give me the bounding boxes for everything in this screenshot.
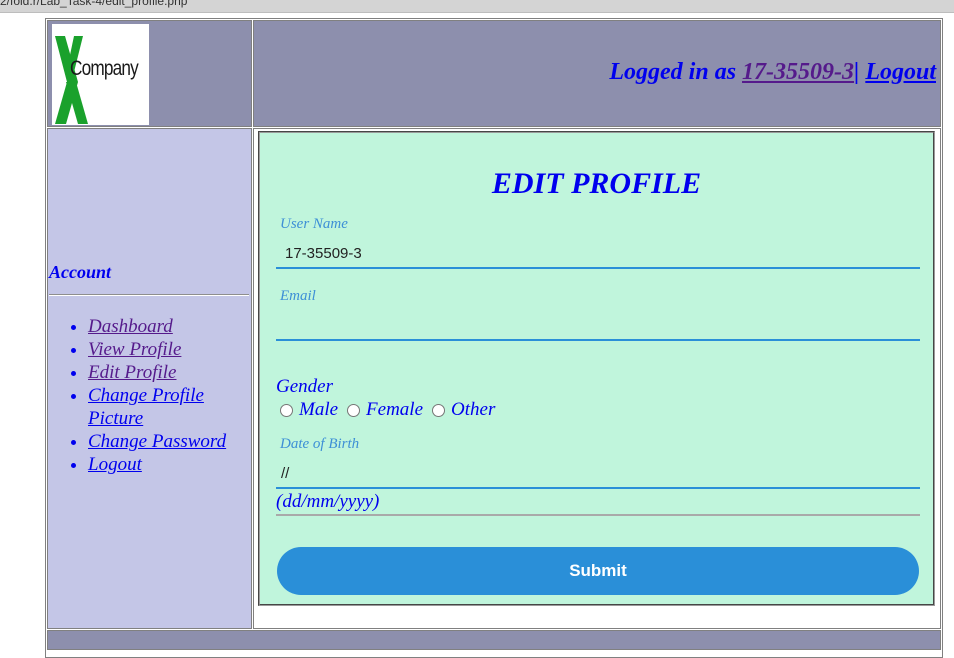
logo-wordmark: Company xyxy=(70,57,139,80)
sidebar-logout-link[interactable]: Logout xyxy=(88,454,142,475)
dashboard-link[interactable]: Dashboard xyxy=(88,316,173,337)
main-content: EDIT PROFILE User Name Email Gender Male… xyxy=(253,128,941,629)
change-password-link[interactable]: Change Password xyxy=(88,431,226,452)
username-label: User Name xyxy=(280,216,348,232)
form-title: EDIT PROFILE xyxy=(491,167,702,200)
dob-format-hint: (dd/mm/yyyy) xyxy=(276,492,920,516)
edit-profile-link[interactable]: Edit Profile xyxy=(88,362,176,383)
dob-input[interactable] xyxy=(276,459,920,489)
gender-label: Gender xyxy=(276,376,333,397)
submit-button[interactable]: Submit xyxy=(277,547,919,595)
header-logout-link[interactable]: Logout xyxy=(865,59,936,85)
browser-address-bar[interactable]: 2/fold.r/Lab_Task-4/edit_profile.php xyxy=(0,0,954,13)
sidebar-item-logout: Logout xyxy=(88,453,248,476)
username-link[interactable]: 17-35509-3 xyxy=(742,59,854,85)
logged-in-prefix: Logged in as xyxy=(609,59,743,85)
separator: | xyxy=(854,59,860,85)
sidebar-item-change-password: Change Password xyxy=(88,430,248,453)
dob-label: Date of Birth xyxy=(280,436,360,452)
url-text: 2/fold.r/Lab_Task-4/edit_profile.php xyxy=(0,0,188,8)
logo-cell: Company xyxy=(47,20,252,127)
sidebar: Account Dashboard View Profile Edit Prof… xyxy=(47,128,252,629)
header: Logged in as 17-35509-3| Logout xyxy=(253,20,941,127)
footer xyxy=(47,630,941,650)
sidebar-heading: Account xyxy=(49,262,112,282)
gender-male-radio[interactable] xyxy=(280,403,293,417)
gender-other-radio[interactable] xyxy=(432,403,446,417)
sidebar-item-edit-profile: Edit Profile xyxy=(88,361,248,384)
gender-male-label: Male xyxy=(299,399,339,420)
sidebar-divider xyxy=(49,294,249,296)
sidebar-item-dashboard: Dashboard xyxy=(88,315,248,338)
username-input[interactable] xyxy=(276,239,920,269)
login-status: Logged in as 17-35509-3| Logout xyxy=(609,59,936,86)
gender-female-radio[interactable] xyxy=(347,403,361,417)
edit-profile-form: EDIT PROFILE User Name Email Gender Male… xyxy=(258,131,935,606)
sidebar-nav: Dashboard View Profile Edit Profile Chan… xyxy=(88,315,248,476)
gender-radio-group: Male Female Other xyxy=(276,398,500,422)
view-profile-link[interactable]: View Profile xyxy=(88,339,181,360)
sidebar-item-change-picture: Change Profile Picture xyxy=(88,384,248,430)
gender-other-label: Other xyxy=(451,399,496,420)
company-logo: Company xyxy=(52,24,149,125)
email-input[interactable] xyxy=(276,311,920,341)
gender-female-label: Female xyxy=(366,399,424,420)
email-label: Email xyxy=(280,288,316,304)
sidebar-item-view-profile: View Profile xyxy=(88,338,248,361)
change-profile-picture-link[interactable]: Change Profile Picture xyxy=(88,385,204,429)
